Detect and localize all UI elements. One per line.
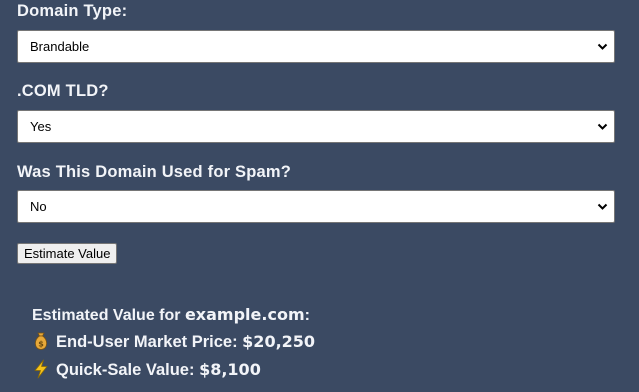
chevron-down-icon bbox=[597, 203, 608, 210]
estimate-result: Estimated Value for example.com: $ End-U… bbox=[32, 304, 315, 382]
chevron-down-icon bbox=[597, 123, 608, 130]
spam-selected-value: No bbox=[30, 199, 47, 214]
svg-text:$: $ bbox=[38, 340, 44, 349]
result-title-prefix: Estimated Value for bbox=[32, 307, 181, 324]
com-tld-selected-value: Yes bbox=[30, 119, 52, 134]
money-bag-icon: $ bbox=[34, 332, 48, 350]
end-user-price-label: End-User Market Price: bbox=[56, 333, 238, 351]
domain-type-selected-value: Brandable bbox=[30, 39, 90, 54]
spam-label: Was This Domain Used for Spam? bbox=[17, 163, 292, 181]
domain-value-estimator: Domain Type: Brandable .COM TLD? Yes Was… bbox=[0, 0, 639, 392]
result-title: Estimated Value for example.com: bbox=[32, 304, 315, 326]
spam-select[interactable]: No bbox=[17, 190, 615, 223]
quick-sale-label: Quick-Sale Value: bbox=[56, 361, 195, 379]
com-tld-label: .COM TLD? bbox=[17, 82, 109, 100]
quick-sale-amount: $8,100 bbox=[199, 360, 261, 379]
estimate-value-button[interactable]: Estimate Value bbox=[17, 243, 118, 264]
domain-type-select[interactable]: Brandable bbox=[17, 30, 615, 63]
quick-sale-row: Quick-Sale Value: $8,100 bbox=[32, 358, 315, 382]
end-user-price-row: $ End-User Market Price: $20,250 bbox=[32, 330, 315, 354]
domain-type-label: Domain Type: bbox=[17, 2, 128, 20]
end-user-price-amount: $20,250 bbox=[242, 332, 316, 351]
chevron-down-icon bbox=[597, 43, 608, 50]
result-title-suffix: : bbox=[304, 307, 310, 324]
result-domain: example.com bbox=[184, 305, 305, 324]
lightning-icon bbox=[34, 359, 48, 379]
com-tld-select[interactable]: Yes bbox=[17, 110, 615, 143]
